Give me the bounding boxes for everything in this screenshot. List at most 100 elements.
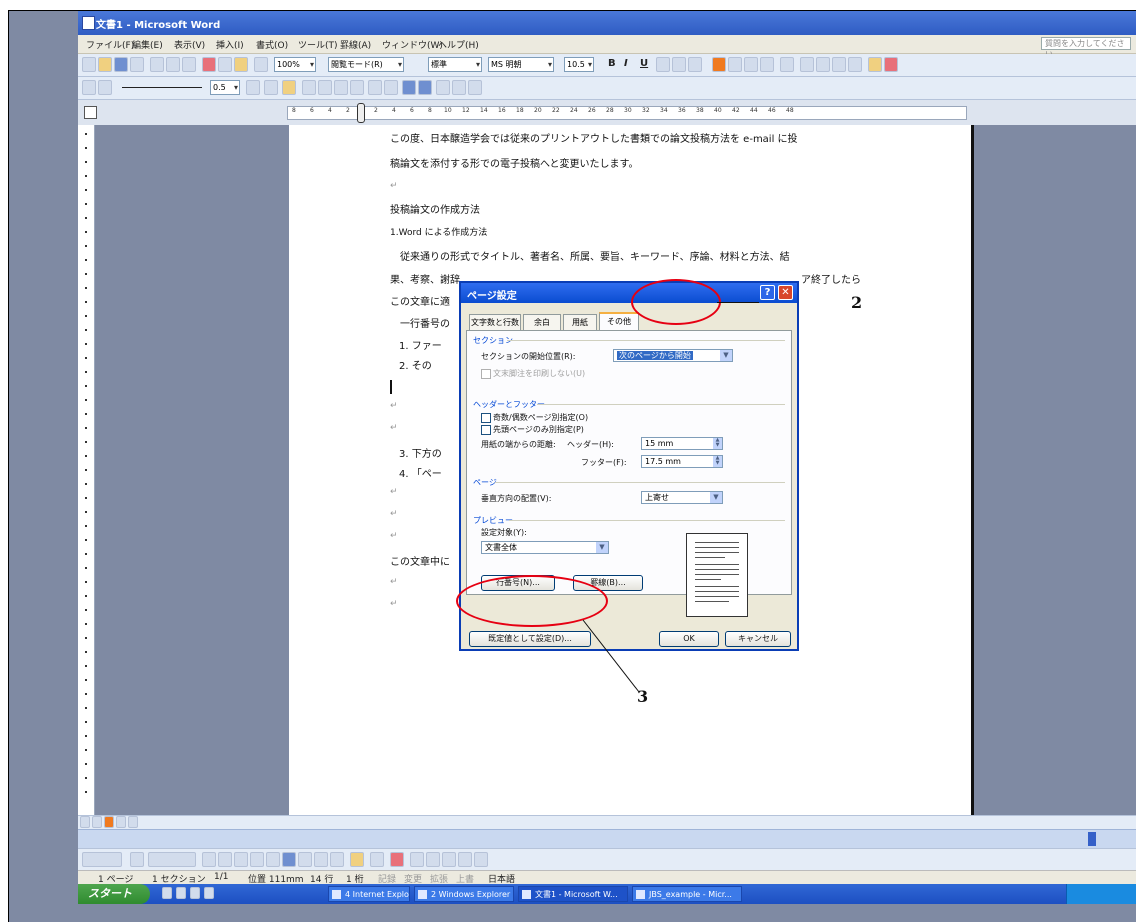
autosum-icon[interactable] xyxy=(468,80,482,95)
arrow-style-icon[interactable] xyxy=(442,852,456,867)
task-jbs-example[interactable]: JBS_example - Micr... xyxy=(632,886,742,902)
section-start-select[interactable]: 次のページから開始 ▼ xyxy=(613,349,733,362)
normal-view-icon[interactable] xyxy=(80,816,90,828)
open-icon[interactable] xyxy=(98,57,112,72)
line-icon[interactable] xyxy=(202,852,216,867)
oval-icon[interactable] xyxy=(250,852,264,867)
horizontal-ruler[interactable]: 8 6 4 2 2 4 6 8 10 12 14 16 18 20 22 24 … xyxy=(78,100,1136,125)
undo-icon[interactable] xyxy=(254,57,268,72)
distribute-rows-icon[interactable] xyxy=(368,80,382,95)
footer-distance-input[interactable]: 17.5 mm ▲ ▼ xyxy=(641,455,723,468)
line-width-select[interactable]: 0.5 xyxy=(210,80,240,95)
picture-icon[interactable] xyxy=(330,852,344,867)
print-layout-icon[interactable] xyxy=(104,816,114,828)
header-distance-input[interactable]: 15 mm ▲ ▼ xyxy=(641,437,723,450)
diagram-icon[interactable] xyxy=(298,852,312,867)
font-color-icon[interactable] xyxy=(884,57,898,72)
task-word-document[interactable]: 文書1 - Microsoft W... xyxy=(518,886,628,902)
outline-view-icon[interactable] xyxy=(116,816,126,828)
eraser-icon[interactable] xyxy=(98,80,112,95)
font-select[interactable]: MS 明朝 xyxy=(488,57,554,72)
suppress-endnotes-checkbox[interactable] xyxy=(481,369,491,379)
set-as-default-button[interactable]: 既定値として設定(D)... xyxy=(469,631,591,647)
line-style-icon[interactable] xyxy=(410,852,424,867)
ok-button[interactable]: OK xyxy=(659,631,719,647)
save-icon[interactable] xyxy=(114,57,128,72)
table-autoformat-icon[interactable] xyxy=(402,80,416,95)
clipart-icon[interactable] xyxy=(314,852,328,867)
first-page-checkbox[interactable] xyxy=(481,425,491,435)
horizontal-scrollbar[interactable] xyxy=(78,829,1136,849)
fill-color-icon[interactable] xyxy=(350,852,364,867)
menu-table[interactable]: 罫線(A) xyxy=(340,38,371,51)
sort-ascending-icon[interactable] xyxy=(436,80,450,95)
start-button[interactable]: スタート xyxy=(78,884,150,904)
cut-icon[interactable] xyxy=(202,57,216,72)
vertical-text-icon[interactable] xyxy=(418,80,432,95)
char-border-icon[interactable] xyxy=(656,57,670,72)
arrow-icon[interactable] xyxy=(218,852,232,867)
close-icon[interactable]: ✕ xyxy=(778,285,793,300)
apply-to-select[interactable]: 文書全体 ▼ xyxy=(481,541,609,554)
font-size-select[interactable]: 10.5 xyxy=(564,57,594,72)
bold-button[interactable]: B xyxy=(608,58,616,69)
permission-icon[interactable] xyxy=(130,57,144,72)
sort-descending-icon[interactable] xyxy=(452,80,466,95)
dash-style-icon[interactable] xyxy=(426,852,440,867)
highlight-icon[interactable] xyxy=(868,57,882,72)
shading-color-icon[interactable] xyxy=(282,80,296,95)
reading-view-icon[interactable] xyxy=(128,816,138,828)
split-cells-icon[interactable] xyxy=(334,80,348,95)
cell-align-icon[interactable] xyxy=(350,80,364,95)
menu-tools[interactable]: ツール(T) xyxy=(298,38,338,51)
quicklaunch-icon[interactable] xyxy=(204,887,214,899)
draw-font-color-icon[interactable] xyxy=(390,852,404,867)
tab-selector[interactable] xyxy=(84,106,97,119)
border-color-icon[interactable] xyxy=(246,80,260,95)
draw-table-icon[interactable] xyxy=(82,80,96,95)
align-right-icon[interactable] xyxy=(744,57,758,72)
web-view-icon[interactable] xyxy=(92,816,102,828)
spin-arrows-icon[interactable]: ▲ ▼ xyxy=(713,456,722,467)
line-style-sample[interactable] xyxy=(122,87,202,88)
menu-help[interactable]: ヘルプ(H) xyxy=(438,38,479,51)
tab-document-grid[interactable]: 文字数と行数 xyxy=(469,314,521,330)
help-icon[interactable]: ? xyxy=(760,285,775,300)
distribute-cols-icon[interactable] xyxy=(384,80,398,95)
menu-edit[interactable]: 編集(E) xyxy=(132,38,163,51)
char-scale-icon[interactable] xyxy=(688,57,702,72)
quicklaunch-icon[interactable] xyxy=(190,887,200,899)
decrease-indent-icon[interactable] xyxy=(832,57,846,72)
textbox-icon[interactable] xyxy=(266,852,280,867)
tab-paper[interactable]: 用紙 xyxy=(563,314,597,330)
zoom-select[interactable]: 100% xyxy=(274,57,316,72)
wordart-icon[interactable] xyxy=(282,852,296,867)
select-objects-icon[interactable] xyxy=(130,852,144,867)
help-search-box[interactable]: 質問を入力してください xyxy=(1041,37,1131,59)
line-spacing-icon[interactable] xyxy=(780,57,794,72)
cancel-button[interactable]: キャンセル xyxy=(725,631,791,647)
numbering-icon[interactable] xyxy=(800,57,814,72)
print-icon[interactable] xyxy=(150,57,164,72)
scroll-thumb[interactable] xyxy=(1088,832,1096,846)
bullets-icon[interactable] xyxy=(816,57,830,72)
increase-indent-icon[interactable] xyxy=(848,57,862,72)
underline-button[interactable]: U xyxy=(640,58,648,69)
align-justify-icon[interactable] xyxy=(712,57,726,72)
vertical-align-select[interactable]: 上寄せ ▼ xyxy=(641,491,723,504)
menu-file[interactable]: ファイル(F) xyxy=(86,38,134,51)
menu-format[interactable]: 書式(O) xyxy=(256,38,288,51)
shadow-icon[interactable] xyxy=(458,852,472,867)
style-select[interactable]: 標準 xyxy=(428,57,482,72)
task-windows-explorer[interactable]: 2 Windows Explorer xyxy=(414,886,514,902)
indent-marker[interactable] xyxy=(357,103,365,123)
char-shading-icon[interactable] xyxy=(672,57,686,72)
reading-mode-button[interactable]: 閲覧モード(R) xyxy=(328,57,404,72)
menu-insert[interactable]: 挿入(I) xyxy=(216,38,244,51)
italic-button[interactable]: I xyxy=(624,58,628,69)
insert-table-icon[interactable] xyxy=(302,80,316,95)
spelling-icon[interactable] xyxy=(182,57,196,72)
quicklaunch-icon[interactable] xyxy=(162,887,172,899)
odd-even-checkbox[interactable] xyxy=(481,413,491,423)
new-document-icon[interactable] xyxy=(82,57,96,72)
